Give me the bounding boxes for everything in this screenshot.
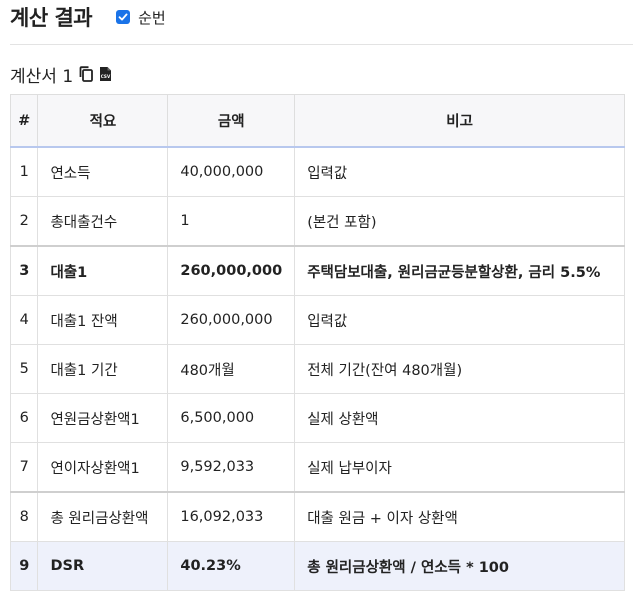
row-description: 대출1 기간 [37, 344, 169, 394]
calculation-table: # 적요 금액 비고 1 연소득 40,000,000 입력값 2 총대출건수 … [9, 94, 625, 591]
row-note: 입력값 [294, 295, 625, 345]
page-title: 계산 결과 [10, 6, 93, 30]
table-row: 5 대출1 기간 480개월 전체 기간(잔여 480개월) [9, 344, 625, 394]
row-amount: 260,000,000 [167, 245, 296, 296]
table-header-row: # 적요 금액 비고 [9, 94, 625, 148]
row-amount: 6,500,000 [167, 393, 296, 443]
table-row-dsr: 9 DSR 40.23% 총 원리금상환액 / 연소득 * 100 [9, 541, 625, 591]
row-number: 1 [9, 146, 39, 197]
row-description: 대출1 잔액 [37, 295, 169, 345]
statement-header: 계산서 1 CSV [10, 62, 112, 87]
row-description: 대출1 [37, 245, 169, 296]
row-description: 총대출건수 [37, 196, 169, 247]
table-row-total: 8 총 원리금상환액 16,092,033 대출 원금 + 이자 상환액 [9, 491, 625, 542]
row-note: 전체 기간(잔여 480개월) [294, 344, 625, 394]
row-number: 5 [9, 344, 39, 394]
column-header-number: # [9, 94, 39, 148]
column-header-note: 비고 [294, 94, 625, 148]
row-number: 3 [9, 245, 39, 296]
row-number: 9 [9, 541, 39, 591]
row-amount: 260,000,000 [167, 295, 296, 345]
row-amount: 1 [167, 196, 296, 247]
table-row: 1 연소득 40,000,000 입력값 [9, 146, 625, 197]
table-row: 7 연이자상환액1 9,592,033 실제 납부이자 [9, 442, 625, 493]
csv-file-icon[interactable]: CSV [99, 66, 112, 82]
statement-title: 계산서 1 [10, 66, 74, 87]
row-description: 연이자상환액1 [37, 442, 169, 493]
row-amount: 9,592,033 [167, 442, 296, 493]
table-row: 2 총대출건수 1 (본건 포함) [9, 196, 625, 247]
header-divider [10, 44, 633, 45]
row-amount: 480개월 [167, 344, 296, 394]
row-description: 연원금상환액1 [37, 393, 169, 443]
row-number: 8 [9, 491, 39, 542]
checkbox-label: 순번 [138, 8, 166, 27]
sequence-number-checkbox[interactable] [116, 10, 131, 24]
row-note: 주택담보대출, 원리금균등분할상환, 금리 5.5% [294, 245, 625, 296]
svg-text:CSV: CSV [101, 74, 111, 79]
row-number: 7 [9, 442, 39, 493]
column-header-amount: 금액 [167, 94, 296, 148]
row-note: 실제 납부이자 [294, 442, 625, 493]
row-amount: 40.23% [167, 541, 296, 591]
row-number: 2 [9, 196, 39, 247]
row-description: 총 원리금상환액 [37, 491, 169, 542]
row-note: 실제 상환액 [294, 393, 625, 443]
row-note: 입력값 [294, 146, 625, 197]
copy-icon[interactable] [79, 66, 94, 82]
row-number: 6 [9, 393, 39, 443]
row-number: 4 [9, 295, 39, 345]
row-note: (본건 포함) [294, 196, 625, 247]
table-row: 4 대출1 잔액 260,000,000 입력값 [9, 295, 625, 345]
checkmark-icon [118, 13, 128, 21]
sequence-number-toggle[interactable]: 순번 [116, 7, 166, 28]
row-note: 대출 원금 + 이자 상환액 [294, 491, 625, 542]
row-description: 연소득 [37, 146, 169, 197]
row-note: 총 원리금상환액 / 연소득 * 100 [294, 541, 625, 591]
table-row-loan: 3 대출1 260,000,000 주택담보대출, 원리금균등분할상환, 금리 … [9, 245, 625, 296]
row-description: DSR [37, 541, 169, 591]
row-amount: 40,000,000 [167, 146, 296, 197]
column-header-description: 적요 [37, 94, 169, 148]
table-row: 6 연원금상환액1 6,500,000 실제 상환액 [9, 393, 625, 443]
result-header: 계산 결과 순번 [10, 0, 166, 34]
row-amount: 16,092,033 [167, 491, 296, 542]
